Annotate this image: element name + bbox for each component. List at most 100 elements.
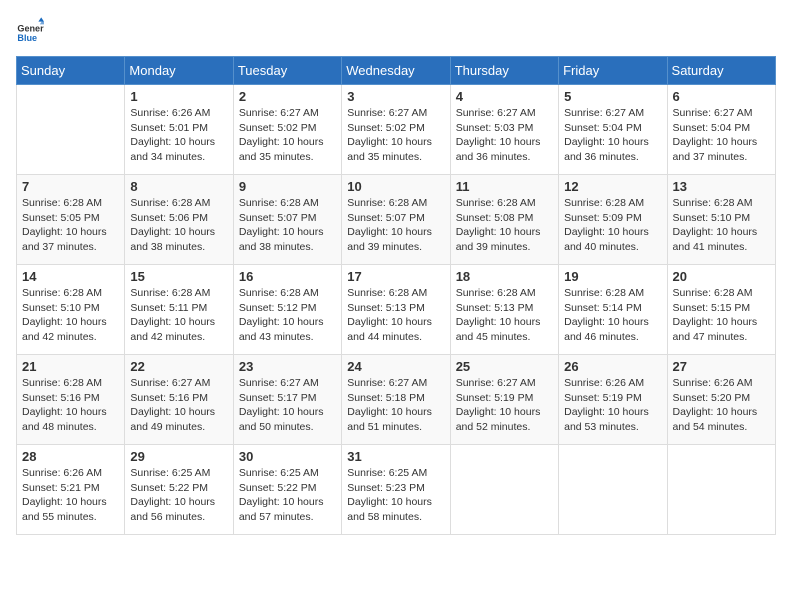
day-number: 20 [673,269,770,284]
day-info: Sunrise: 6:27 AM Sunset: 5:04 PM Dayligh… [673,106,770,165]
day-number: 23 [239,359,336,374]
calendar-cell: 5 Sunrise: 6:27 AM Sunset: 5:04 PM Daylig… [559,85,667,175]
calendar-cell: 13 Sunrise: 6:28 AM Sunset: 5:10 PM Dayli… [667,175,775,265]
day-number: 16 [239,269,336,284]
day-number: 24 [347,359,444,374]
day-info: Sunrise: 6:28 AM Sunset: 5:15 PM Dayligh… [673,286,770,345]
day-info: Sunrise: 6:28 AM Sunset: 5:07 PM Dayligh… [347,196,444,255]
day-number: 10 [347,179,444,194]
calendar-cell: 24 Sunrise: 6:27 AM Sunset: 5:18 PM Dayli… [342,355,450,445]
day-info: Sunrise: 6:27 AM Sunset: 5:18 PM Dayligh… [347,376,444,435]
day-info: Sunrise: 6:28 AM Sunset: 5:09 PM Dayligh… [564,196,661,255]
week-row-5: 28 Sunrise: 6:26 AM Sunset: 5:21 PM Dayli… [17,445,776,535]
day-header-monday: Monday [125,57,233,85]
day-header-wednesday: Wednesday [342,57,450,85]
day-info: Sunrise: 6:28 AM Sunset: 5:13 PM Dayligh… [456,286,553,345]
day-info: Sunrise: 6:28 AM Sunset: 5:14 PM Dayligh… [564,286,661,345]
calendar-cell: 1 Sunrise: 6:26 AM Sunset: 5:01 PM Daylig… [125,85,233,175]
day-number: 22 [130,359,227,374]
day-number: 19 [564,269,661,284]
calendar-cell: 25 Sunrise: 6:27 AM Sunset: 5:19 PM Dayli… [450,355,558,445]
day-info: Sunrise: 6:28 AM Sunset: 5:16 PM Dayligh… [22,376,119,435]
day-info: Sunrise: 6:28 AM Sunset: 5:11 PM Dayligh… [130,286,227,345]
calendar-cell: 15 Sunrise: 6:28 AM Sunset: 5:11 PM Dayli… [125,265,233,355]
day-info: Sunrise: 6:27 AM Sunset: 5:03 PM Dayligh… [456,106,553,165]
calendar-cell: 6 Sunrise: 6:27 AM Sunset: 5:04 PM Daylig… [667,85,775,175]
day-info: Sunrise: 6:25 AM Sunset: 5:23 PM Dayligh… [347,466,444,525]
week-row-1: 1 Sunrise: 6:26 AM Sunset: 5:01 PM Daylig… [17,85,776,175]
day-info: Sunrise: 6:27 AM Sunset: 5:02 PM Dayligh… [347,106,444,165]
calendar-cell: 19 Sunrise: 6:28 AM Sunset: 5:14 PM Dayli… [559,265,667,355]
calendar-cell: 10 Sunrise: 6:28 AM Sunset: 5:07 PM Dayli… [342,175,450,265]
calendar-cell: 18 Sunrise: 6:28 AM Sunset: 5:13 PM Dayli… [450,265,558,355]
day-info: Sunrise: 6:25 AM Sunset: 5:22 PM Dayligh… [130,466,227,525]
logo-icon: General Blue [16,16,44,44]
day-info: Sunrise: 6:28 AM Sunset: 5:10 PM Dayligh… [673,196,770,255]
calendar-cell: 12 Sunrise: 6:28 AM Sunset: 5:09 PM Dayli… [559,175,667,265]
day-header-thursday: Thursday [450,57,558,85]
day-info: Sunrise: 6:28 AM Sunset: 5:13 PM Dayligh… [347,286,444,345]
calendar-body: 1 Sunrise: 6:26 AM Sunset: 5:01 PM Daylig… [17,85,776,535]
calendar-cell: 27 Sunrise: 6:26 AM Sunset: 5:20 PM Dayli… [667,355,775,445]
day-info: Sunrise: 6:25 AM Sunset: 5:22 PM Dayligh… [239,466,336,525]
day-number: 3 [347,89,444,104]
day-number: 12 [564,179,661,194]
day-number: 13 [673,179,770,194]
day-info: Sunrise: 6:28 AM Sunset: 5:12 PM Dayligh… [239,286,336,345]
calendar-cell: 31 Sunrise: 6:25 AM Sunset: 5:23 PM Dayli… [342,445,450,535]
day-number: 15 [130,269,227,284]
day-number: 2 [239,89,336,104]
calendar-cell: 21 Sunrise: 6:28 AM Sunset: 5:16 PM Dayli… [17,355,125,445]
day-number: 26 [564,359,661,374]
day-number: 9 [239,179,336,194]
page-header: General Blue [16,16,776,44]
day-number: 7 [22,179,119,194]
week-row-4: 21 Sunrise: 6:28 AM Sunset: 5:16 PM Dayli… [17,355,776,445]
calendar-cell [450,445,558,535]
day-info: Sunrise: 6:27 AM Sunset: 5:17 PM Dayligh… [239,376,336,435]
day-number: 31 [347,449,444,464]
calendar-header-row: SundayMondayTuesdayWednesdayThursdayFrid… [17,57,776,85]
day-number: 5 [564,89,661,104]
day-info: Sunrise: 6:26 AM Sunset: 5:21 PM Dayligh… [22,466,119,525]
calendar-cell: 20 Sunrise: 6:28 AM Sunset: 5:15 PM Dayli… [667,265,775,355]
day-header-friday: Friday [559,57,667,85]
calendar-cell [559,445,667,535]
calendar-cell [17,85,125,175]
calendar-cell [667,445,775,535]
day-info: Sunrise: 6:26 AM Sunset: 5:01 PM Dayligh… [130,106,227,165]
day-info: Sunrise: 6:27 AM Sunset: 5:02 PM Dayligh… [239,106,336,165]
svg-text:General: General [17,23,44,33]
day-number: 30 [239,449,336,464]
day-info: Sunrise: 6:26 AM Sunset: 5:19 PM Dayligh… [564,376,661,435]
calendar-cell: 11Sunrise: 6:28 AM Sunset: 5:08 PM Dayli… [450,175,558,265]
day-number: 1 [130,89,227,104]
day-number: 25 [456,359,553,374]
day-number: 8 [130,179,227,194]
day-number: 21 [22,359,119,374]
day-info: Sunrise: 6:28 AM Sunset: 5:07 PM Dayligh… [239,196,336,255]
calendar-cell: 7 Sunrise: 6:28 AM Sunset: 5:05 PM Daylig… [17,175,125,265]
day-info: Sunrise: 6:28 AM Sunset: 5:05 PM Dayligh… [22,196,119,255]
svg-text:Blue: Blue [17,33,37,43]
day-info: Sunrise: 6:27 AM Sunset: 5:16 PM Dayligh… [130,376,227,435]
day-info: Sunrise: 6:27 AM Sunset: 5:19 PM Dayligh… [456,376,553,435]
day-number: 4 [456,89,553,104]
day-info: Sunrise: 6:26 AM Sunset: 5:20 PM Dayligh… [673,376,770,435]
calendar-cell: 30 Sunrise: 6:25 AM Sunset: 5:22 PM Dayli… [233,445,341,535]
calendar-cell: 14Sunrise: 6:28 AM Sunset: 5:10 PM Dayli… [17,265,125,355]
day-number: 28 [22,449,119,464]
calendar-table: SundayMondayTuesdayWednesdayThursdayFrid… [16,56,776,535]
calendar-cell: 3 Sunrise: 6:27 AM Sunset: 5:02 PM Daylig… [342,85,450,175]
day-header-sunday: Sunday [17,57,125,85]
logo: General Blue [16,16,44,44]
calendar-cell: 2 Sunrise: 6:27 AM Sunset: 5:02 PM Daylig… [233,85,341,175]
day-header-saturday: Saturday [667,57,775,85]
calendar-cell: 23 Sunrise: 6:27 AM Sunset: 5:17 PM Dayli… [233,355,341,445]
day-number: 29 [130,449,227,464]
day-info: Sunrise: 6:27 AM Sunset: 5:04 PM Dayligh… [564,106,661,165]
day-number: 27 [673,359,770,374]
day-number: 18 [456,269,553,284]
day-info: Sunrise: 6:28 AM Sunset: 5:06 PM Dayligh… [130,196,227,255]
day-number: 6 [673,89,770,104]
